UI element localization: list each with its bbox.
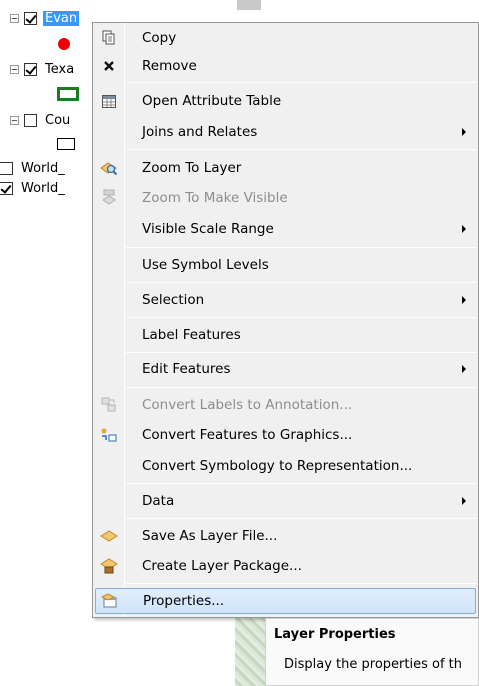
collapse-toggle[interactable] [10,13,19,23]
layer-visibility-checkbox[interactable] [0,181,13,195]
menu-item-label: Visible Scale Range [142,221,274,237]
menu-item-convert-features-to-graphics[interactable]: Convert Features to Graphics... [95,422,476,448]
menu-item-joins-and-relates[interactable]: Joins and Relates [95,119,476,145]
layer-name[interactable]: World_ [19,181,67,196]
menu-item-open-attribute-table[interactable]: Open Attribute Table [95,88,476,114]
layer-name[interactable]: Texa [43,62,76,77]
menu-item-convert-symbology-to-representation[interactable]: Convert Symbology to Representation... [95,453,476,479]
menu-item-label-features[interactable]: Label Features [95,322,476,348]
tooltip: Layer Properties Display the properties … [265,618,479,686]
layer-name[interactable]: Evan [43,10,80,26]
layer-visibility-checkbox[interactable] [24,11,37,25]
menu-item-label: Edit Features [142,361,231,377]
collapse-toggle[interactable] [10,64,19,74]
menu-item-label: Selection [142,292,205,308]
menu-item-create-layer-package[interactable]: Create Layer Package... [95,553,476,579]
layer-row-counties[interactable]: Cou [10,110,72,130]
convert-labels-icon [95,392,123,418]
point-symbol[interactable] [58,38,70,50]
convert-features-icon [95,422,123,448]
layer-package-icon [95,553,123,579]
collapse-toggle[interactable] [10,115,19,125]
table-icon [95,88,123,114]
submenu-arrow-icon [462,365,466,373]
menu-separator [126,583,476,584]
menu-item-icon-placeholder [95,453,123,479]
menu-item-data[interactable]: Data [95,488,476,514]
layer-name[interactable]: Cou [43,113,72,128]
menu-item-label: Create Layer Package... [142,558,302,574]
menu-item-convert-labels-to-annotation[interactable]: Convert Labels to Annotation... [95,392,476,418]
menu-item-label: Zoom To Layer [142,160,242,176]
menu-item-label: Data [142,493,175,509]
menu-item-label: Remove [142,58,197,74]
polygon-symbol[interactable] [57,87,79,101]
menu-item-properties[interactable]: Properties... [95,588,476,614]
menu-item-icon-placeholder [95,322,123,348]
menu-item-edit-features[interactable]: Edit Features [95,356,476,382]
menu-item-remove[interactable]: Remove [95,53,476,79]
menu-item-icon-placeholder [95,216,123,242]
layer-row-texas[interactable]: Texa [10,59,76,79]
menu-item-icon-placeholder [95,287,123,313]
copy-icon [95,25,123,51]
menu-item-label: Joins and Relates [142,124,258,140]
menu-separator [126,247,476,248]
menu-item-label: Label Features [142,327,241,343]
menu-item-label: Properties... [143,593,225,609]
menu-item-icon-placeholder [95,488,123,514]
remove-icon [95,53,123,79]
layer-visibility-checkbox[interactable] [0,161,13,175]
layer-visibility-checkbox[interactable] [24,62,37,76]
properties-icon [96,588,124,614]
submenu-arrow-icon [462,225,466,233]
menu-item-icon-placeholder [95,252,123,278]
menu-item-label: Convert Features to Graphics... [142,427,353,443]
menu-item-icon-placeholder [95,356,123,382]
layer-visibility-checkbox[interactable] [24,113,37,127]
layer-name[interactable]: World_ [19,161,67,176]
menu-item-use-symbol-levels[interactable]: Use Symbol Levels [95,252,476,278]
menu-item-copy[interactable]: Copy [95,25,476,51]
tooltip-body: Display the properties of th [284,657,462,672]
layer-row-world-1[interactable]: World_ [0,158,67,178]
zoom-visible-icon [95,185,123,211]
menu-separator [126,282,476,283]
menu-item-label: Convert Symbology to Representation... [142,458,413,474]
submenu-arrow-icon [462,497,466,505]
hollow-polygon-symbol[interactable] [57,138,75,150]
menu-item-zoom-to-make-visible[interactable]: Zoom To Make Visible [95,185,476,211]
menu-item-label: Convert Labels to Annotation... [142,397,353,413]
submenu-arrow-icon [462,296,466,304]
menu-item-icon-placeholder [95,119,123,145]
menu-item-zoom-to-layer[interactable]: Zoom To Layer [95,155,476,181]
menu-separator [126,82,476,83]
tooltip-title: Layer Properties [274,627,396,642]
menu-separator [126,352,476,353]
layer-row-evan[interactable]: Evan [10,8,80,28]
menu-item-visible-scale-range[interactable]: Visible Scale Range [95,216,476,242]
menu-separator [126,518,476,519]
menu-item-label: Copy [142,30,177,46]
map-feature [237,0,261,10]
menu-item-label: Zoom To Make Visible [142,190,288,206]
submenu-arrow-icon [462,128,466,136]
layer-context-menu: Copy Remove Open Attribute Table Joins a… [92,22,479,618]
menu-item-save-as-layer-file[interactable]: Save As Layer File... [95,523,476,549]
menu-item-label: Use Symbol Levels [142,257,269,273]
menu-separator [126,483,476,484]
zoom-layer-icon [95,155,123,181]
menu-separator [126,387,476,388]
layer-file-icon [95,523,123,549]
menu-item-label: Save As Layer File... [142,528,278,544]
menu-item-selection[interactable]: Selection [95,287,476,313]
menu-separator [126,317,476,318]
menu-separator [126,149,476,150]
menu-item-label: Open Attribute Table [142,93,282,109]
layer-row-world-2[interactable]: World_ [0,178,67,198]
